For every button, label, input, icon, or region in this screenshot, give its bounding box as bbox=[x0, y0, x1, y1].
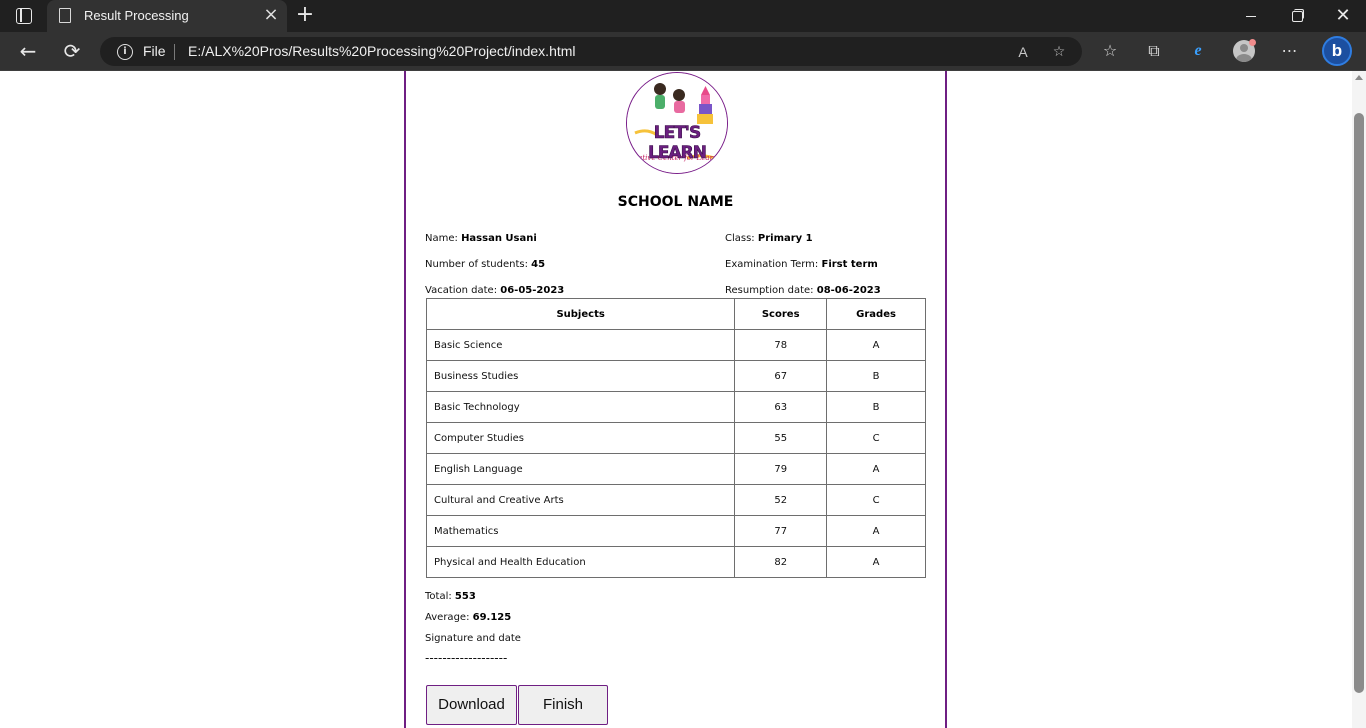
term-label: Examination Term: bbox=[725, 259, 819, 270]
browser-title-bar: Result Processing × + ✕ bbox=[0, 0, 1366, 32]
grade-cell: A bbox=[826, 453, 926, 485]
logo-text: LET'S LEARN bbox=[648, 123, 708, 164]
subject-cell: Physical and Health Education bbox=[425, 546, 736, 578]
number-of-students: Number of students: 45 bbox=[425, 259, 545, 270]
header-scores: Scores bbox=[734, 298, 828, 330]
page-scrollbar[interactable] bbox=[1352, 71, 1366, 728]
address-separator bbox=[174, 44, 175, 60]
vacation-date: Vacation date: 06-05-2023 bbox=[425, 285, 564, 296]
tab-title: Result Processing bbox=[84, 8, 189, 23]
grade-cell: C bbox=[826, 484, 926, 516]
class-value: Primary 1 bbox=[757, 233, 813, 244]
table-row: Business Studies 67 B bbox=[425, 360, 926, 392]
school-logo: Creative Center for Learning LET'S LEARN bbox=[626, 72, 728, 174]
resumption-label: Resumption date: bbox=[725, 285, 814, 296]
score-cell: 67 bbox=[734, 360, 828, 392]
vacation-value: 06-05-2023 bbox=[500, 285, 565, 296]
settings-more-icon[interactable]: ⋯ bbox=[1276, 38, 1304, 64]
address-scheme: File bbox=[143, 43, 166, 59]
class-label: Class: bbox=[725, 233, 755, 244]
grade-cell: A bbox=[826, 329, 926, 361]
scroll-up-arrow-icon[interactable] bbox=[1355, 75, 1363, 80]
subject-cell: Cultural and Creative Arts bbox=[425, 484, 736, 516]
browser-toolbar: ← ⟳ i File E:/ALX%20Pros/Results%20Proce… bbox=[0, 32, 1366, 71]
header-subjects: Subjects bbox=[425, 298, 736, 330]
tab-close-icon[interactable]: × bbox=[260, 3, 282, 27]
scrollbar-thumb[interactable] bbox=[1354, 113, 1364, 693]
result-card: Creative Center for Learning LET'S LEARN… bbox=[404, 71, 947, 728]
collections-icon[interactable]: ⧉ bbox=[1140, 38, 1168, 64]
ie-mode-icon[interactable]: e bbox=[1184, 38, 1212, 64]
table-row: Mathematics 77 A bbox=[425, 515, 926, 547]
name-value: Hassan Usani bbox=[461, 233, 537, 244]
table-row: Cultural and Creative Arts 52 C bbox=[425, 484, 926, 516]
subject-cell: Mathematics bbox=[425, 515, 736, 547]
grade-cell: C bbox=[826, 422, 926, 454]
total-label: Total: bbox=[425, 591, 452, 602]
back-arrow-icon[interactable]: ← bbox=[12, 36, 44, 66]
address-url[interactable]: E:/ALX%20Pros/Results%20Processing%20Pro… bbox=[188, 43, 576, 59]
table-row: Basic Technology 63 B bbox=[425, 391, 926, 423]
grade-cell: B bbox=[826, 360, 926, 392]
score-cell: 55 bbox=[734, 422, 828, 454]
subject-cell: Basic Science bbox=[425, 329, 736, 361]
total-score: Total: 553 bbox=[425, 591, 476, 602]
bing-chat-icon[interactable]: b bbox=[1322, 36, 1352, 66]
subject-cell: Basic Technology bbox=[425, 391, 736, 423]
students-value: 45 bbox=[531, 259, 546, 270]
close-window-button[interactable]: ✕ bbox=[1320, 0, 1366, 32]
table-header-row: Subjects Scores Grades bbox=[425, 298, 926, 330]
student-class: Class: Primary 1 bbox=[725, 233, 813, 244]
address-bar[interactable]: i File E:/ALX%20Pros/Results%20Processin… bbox=[100, 37, 1082, 66]
school-name-heading: SCHOOL NAME bbox=[617, 194, 734, 210]
table-row: Computer Studies 55 C bbox=[425, 422, 926, 454]
average-score: Average: 69.125 bbox=[425, 612, 511, 623]
subject-cell: Computer Studies bbox=[425, 422, 736, 454]
name-label: Name: bbox=[425, 233, 458, 244]
score-cell: 79 bbox=[734, 453, 828, 485]
add-favorite-icon[interactable]: ☆ bbox=[1047, 41, 1071, 63]
minimize-button[interactable] bbox=[1228, 0, 1274, 32]
term-value: First term bbox=[821, 259, 878, 270]
average-value: 69.125 bbox=[472, 612, 512, 623]
favorites-icon[interactable]: ☆ bbox=[1096, 38, 1124, 64]
new-tab-button[interactable]: + bbox=[292, 2, 318, 30]
student-name: Name: Hassan Usani bbox=[425, 233, 537, 244]
examination-term: Examination Term: First term bbox=[725, 259, 878, 270]
download-button[interactable]: Download bbox=[426, 685, 517, 725]
reload-icon[interactable]: ⟳ bbox=[56, 36, 88, 66]
subject-cell: Business Studies bbox=[425, 360, 736, 392]
results-table: Subjects Scores Grades Basic Science 78 … bbox=[425, 298, 926, 578]
signature-label: Signature and date bbox=[425, 633, 521, 644]
score-cell: 77 bbox=[734, 515, 828, 547]
restore-button[interactable] bbox=[1274, 0, 1320, 32]
page-viewport: Creative Center for Learning LET'S LEARN… bbox=[0, 71, 1352, 728]
resumption-date: Resumption date: 08-06-2023 bbox=[725, 285, 881, 296]
read-aloud-icon[interactable]: A bbox=[1011, 41, 1035, 63]
score-cell: 78 bbox=[734, 329, 828, 361]
grade-cell: B bbox=[826, 391, 926, 423]
vacation-label: Vacation date: bbox=[425, 285, 498, 296]
score-cell: 52 bbox=[734, 484, 828, 516]
tab-actions-icon[interactable] bbox=[16, 8, 32, 24]
score-cell: 63 bbox=[734, 391, 828, 423]
students-label: Number of students: bbox=[425, 259, 528, 270]
table-row: English Language 79 A bbox=[425, 453, 926, 485]
average-label: Average: bbox=[425, 612, 470, 623]
finish-button[interactable]: Finish bbox=[518, 685, 608, 725]
grade-cell: A bbox=[826, 546, 926, 578]
total-value: 553 bbox=[454, 591, 476, 602]
profile-notification-dot bbox=[1249, 39, 1256, 46]
table-row: Physical and Health Education 82 A bbox=[425, 546, 926, 578]
table-row: Basic Science 78 A bbox=[425, 329, 926, 361]
site-info-icon[interactable]: i bbox=[117, 44, 133, 60]
header-grades: Grades bbox=[826, 298, 926, 330]
subject-cell: English Language bbox=[425, 453, 736, 485]
resumption-value: 08-06-2023 bbox=[816, 285, 881, 296]
signature-line: ------------------- bbox=[425, 651, 508, 665]
score-cell: 82 bbox=[734, 546, 828, 578]
page-icon bbox=[59, 8, 71, 23]
grade-cell: A bbox=[826, 515, 926, 547]
browser-tab[interactable]: Result Processing × bbox=[47, 0, 287, 32]
